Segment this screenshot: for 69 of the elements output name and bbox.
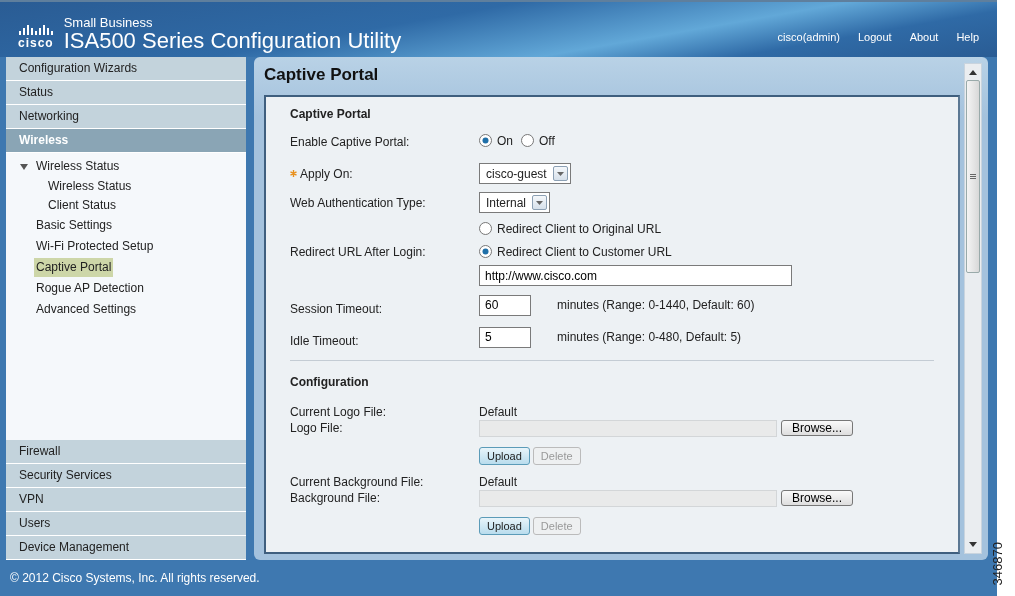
header-link[interactable]: Logout bbox=[857, 28, 892, 45]
field-label: Background File: bbox=[290, 491, 381, 505]
sidebar-section[interactable]: Users bbox=[6, 512, 246, 536]
tree-item[interactable]: Rogue AP Detection bbox=[34, 279, 146, 298]
file-path-field[interactable] bbox=[479, 489, 777, 507]
current-file-value: Default bbox=[479, 475, 518, 489]
scroll-down-icon[interactable] bbox=[969, 542, 977, 547]
field-label: Session Timeout: bbox=[290, 301, 383, 318]
page-title: Captive Portal bbox=[264, 64, 380, 86]
field-label: Logo File: bbox=[290, 421, 343, 435]
radio-button[interactable] bbox=[521, 134, 534, 148]
scroll-thumb[interactable] bbox=[966, 80, 980, 273]
sidebar-section[interactable]: Device Management bbox=[6, 536, 246, 560]
range-hint: minutes (Range: 0-480, Default: 5) bbox=[557, 329, 742, 346]
number-field[interactable]: 60 bbox=[479, 294, 531, 316]
option-label: Off bbox=[539, 132, 555, 150]
field-label: Apply On: bbox=[300, 165, 353, 183]
range-hint: minutes (Range: 0-1440, Default: 60) bbox=[557, 297, 755, 314]
option-label: Redirect Client to Customer URL bbox=[497, 243, 672, 261]
figure-number: 346870 bbox=[988, 542, 1006, 586]
tree-item[interactable]: Wireless Status bbox=[34, 157, 122, 176]
dropdown-arrow-icon bbox=[556, 171, 564, 176]
field-label: Current Background File: bbox=[290, 475, 424, 489]
field-label: Redirect URL After Login: bbox=[290, 243, 426, 261]
dropdown[interactable]: cisco-guest bbox=[479, 163, 571, 184]
action-button[interactable]: Upload bbox=[479, 447, 530, 465]
dropdown[interactable]: Internal bbox=[479, 192, 551, 213]
sidebar-section[interactable]: VPN bbox=[6, 488, 246, 512]
radio-button[interactable] bbox=[479, 134, 492, 148]
tree-item[interactable]: Captive Portal bbox=[34, 258, 114, 277]
tree-item[interactable]: Basic Settings bbox=[34, 216, 115, 235]
scrollbar[interactable] bbox=[964, 63, 982, 554]
sidebar-section[interactable]: Firewall bbox=[6, 440, 246, 464]
caret-down-icon[interactable] bbox=[20, 163, 28, 170]
field-label: Current Logo File: bbox=[290, 405, 387, 419]
radio-button[interactable] bbox=[479, 245, 492, 258]
header-link[interactable]: Help bbox=[956, 28, 979, 45]
section-heading: Captive Portal bbox=[290, 106, 372, 123]
header-link[interactable]: About bbox=[909, 28, 939, 45]
tree-item[interactable]: Wi-Fi Protected Setup bbox=[34, 237, 156, 256]
number-field[interactable]: 5 bbox=[479, 326, 531, 348]
logo-wordmark: cisco bbox=[18, 37, 54, 49]
app-title: ISA500 Series Configuration Utility bbox=[63, 28, 402, 53]
sidebar-section[interactable]: Networking bbox=[6, 105, 246, 129]
header-link[interactable]: cisco(admin) bbox=[777, 28, 840, 45]
file-path-field[interactable] bbox=[479, 419, 777, 437]
field-label: Web Authentication Type: bbox=[290, 194, 426, 212]
sidebar-section[interactable]: Security Services bbox=[6, 464, 246, 488]
sidebar-section[interactable]: Status bbox=[6, 81, 246, 105]
sidebar-section[interactable]: Configuration Wizards bbox=[6, 57, 246, 81]
option-label: Redirect Client to Original URL bbox=[497, 220, 662, 238]
tree-item[interactable]: Wireless Status bbox=[46, 178, 134, 195]
copyright-text: © 2012 Cisco Systems, Inc. All rights reserved. bbox=[9, 570, 261, 587]
tree-item[interactable]: Advanced Settings bbox=[34, 300, 139, 319]
scroll-up-icon[interactable] bbox=[969, 70, 977, 75]
browse-button[interactable]: Browse... bbox=[781, 420, 853, 436]
dropdown-arrow-icon bbox=[536, 200, 544, 205]
section-heading: Configuration bbox=[290, 374, 370, 391]
product-subtitle: Small Business bbox=[63, 15, 154, 29]
current-file-value: Default bbox=[479, 405, 518, 419]
action-button[interactable]: Upload bbox=[479, 517, 530, 535]
field-label: Idle Timeout: bbox=[290, 333, 359, 350]
radio-button[interactable] bbox=[479, 222, 492, 235]
field-label: Enable Captive Portal: bbox=[290, 134, 410, 151]
browse-button[interactable]: Browse... bbox=[781, 490, 853, 506]
option-label: On bbox=[497, 132, 513, 150]
url-field[interactable]: http://www.cisco.com bbox=[479, 265, 792, 286]
tree-item[interactable]: Client Status bbox=[46, 197, 119, 214]
logo-icon bbox=[18, 25, 53, 37]
